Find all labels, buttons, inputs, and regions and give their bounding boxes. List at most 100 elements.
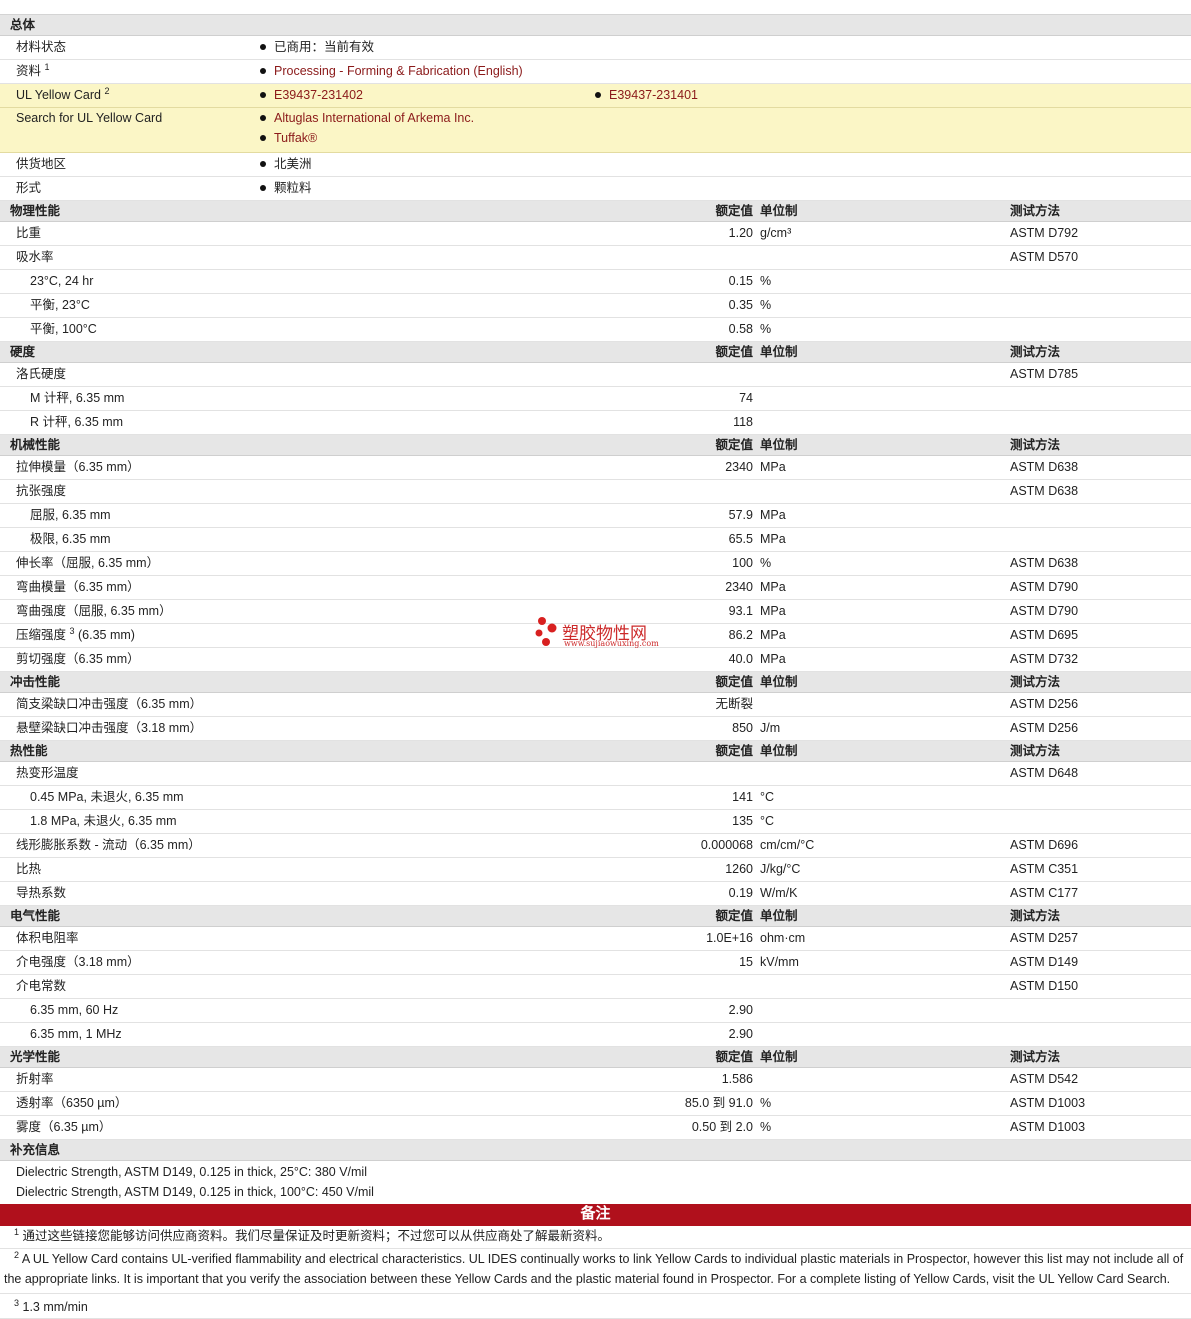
top-border: [0, 0, 1191, 15]
property-value: 0.35: [728, 298, 753, 312]
row-documents: 资料 1 Processing - Forming & Fabrication …: [0, 60, 1191, 84]
property-row: 介电常数 ASTM D150: [0, 975, 1191, 999]
bullet-icon: [260, 67, 266, 74]
property-value: 57.9: [728, 508, 753, 522]
property-row: M 计秤, 6.35 mm 74: [0, 387, 1191, 411]
note-text: 通过这些链接您能够访问供应商资料。我们尽量保证及时更新资料；不过您可以从供应商处…: [22, 1229, 611, 1243]
property-label: 导热系数: [16, 882, 66, 905]
column-header-unit: 单位制: [760, 204, 798, 218]
site-watermark: 塑胶物性网 www.sujiaowuxing.com: [532, 614, 672, 654]
property-label: 体积电阻率: [16, 927, 79, 950]
search-link-tuffak[interactable]: Tuffak®: [274, 131, 317, 145]
property-value: 2.90: [728, 1027, 753, 1041]
test-method: ASTM D1003: [1010, 1120, 1086, 1134]
property-label: 介电常数: [16, 975, 66, 998]
section-title: 电气性能: [10, 909, 61, 923]
property-unit: %: [760, 274, 772, 288]
property-unit: %: [760, 556, 772, 570]
property-value: 0.15: [728, 274, 753, 288]
property-unit: J/kg/°C: [760, 862, 801, 876]
property-value: 135: [732, 814, 753, 828]
label-text: 介电常数: [16, 979, 67, 993]
row-value: Processing - Forming & Fabrication (Engl…: [260, 60, 523, 83]
property-label: 热变形温度: [16, 762, 79, 785]
property-row: 热变形温度 ASTM D648: [0, 762, 1191, 786]
label-text: 23°C, 24 hr: [30, 274, 94, 288]
property-label: 6.35 mm, 60 Hz: [30, 999, 118, 1022]
row-value: 北美洲: [260, 153, 312, 176]
note-1: 1 通过这些链接您能够访问供应商资料。我们尽量保证及时更新资料；不过您可以从供应…: [0, 1226, 1191, 1249]
label-text: 6.35 mm, 60 Hz: [30, 1003, 119, 1017]
property-row: 透射率（6350 µm） 85.0 到 91.0% ASTM D1003: [0, 1092, 1191, 1116]
test-method: ASTM D638: [1010, 556, 1079, 570]
section-header-optical: 光学性能 额定值 单位制 测试方法: [0, 1047, 1191, 1068]
property-value: 1.20: [728, 226, 753, 240]
row-label: 资料 1: [16, 60, 50, 83]
label-text: UL Yellow Card: [16, 88, 102, 102]
property-unit: %: [760, 1096, 772, 1110]
column-header-unit: 单位制: [760, 909, 798, 923]
column-header-value: 额定值: [715, 1050, 753, 1064]
property-label: 屈服, 6.35 mm: [30, 504, 111, 527]
label-text: 资料: [16, 64, 42, 78]
label-text: 折射率: [16, 1072, 54, 1086]
row-material-status: 材料状态 已商用：当前有效: [0, 36, 1191, 60]
watermark-url: www.sujiaowuxing.com: [564, 639, 659, 648]
row-value: 颗粒料: [260, 177, 312, 200]
value-text: 已商用：当前有效: [274, 40, 375, 54]
property-label: 抗张强度: [16, 480, 66, 503]
property-label: 线形膨胀系数 - 流动（6.35 mm）: [16, 834, 201, 857]
property-unit: MPa: [760, 508, 786, 522]
column-header-value: 额定值: [715, 204, 753, 218]
property-label: 比重: [16, 222, 41, 245]
test-method: ASTM D256: [1010, 721, 1079, 735]
label-text: 1.8 MPa, 未退火, 6.35 mm: [30, 814, 177, 828]
section-header-mechanical: 机械性能 额定值 单位制 测试方法: [0, 435, 1191, 456]
label-suffix: (6.35 mm): [78, 628, 135, 642]
column-header-value: 额定值: [715, 909, 753, 923]
property-unit: MPa: [760, 580, 786, 594]
label-text: 线形膨胀系数 - 流动（6.35 mm）: [16, 838, 201, 852]
section-header-thermal: 热性能 额定值 单位制 测试方法: [0, 741, 1191, 762]
label-text: 比重: [16, 226, 42, 240]
property-label: M 计秤, 6.35 mm: [30, 387, 124, 410]
supplemental-info: Dielectric Strength, ASTM D149, 0.125 in…: [0, 1161, 1191, 1204]
property-value: 2340: [725, 580, 753, 594]
datasheet-page: 总体 材料状态 已商用：当前有效 资料 1 Processing - Formi…: [0, 0, 1191, 1319]
section-title: 物理性能: [10, 204, 61, 218]
column-header-test: 测试方法: [1010, 438, 1061, 452]
property-label: R 计秤, 6.35 mm: [30, 411, 123, 434]
section-title: 热性能: [10, 744, 48, 758]
label-text: 平衡, 23°C: [30, 298, 90, 312]
bullet-icon: [260, 184, 266, 191]
property-row: 折射率 1.586 ASTM D542: [0, 1068, 1191, 1092]
yellow-card-link-1[interactable]: E39437-231402: [274, 88, 363, 102]
test-method: ASTM D790: [1010, 580, 1079, 594]
label-text: 抗张强度: [16, 484, 67, 498]
row-value: 已商用：当前有效: [260, 36, 374, 59]
column-header-unit: 单位制: [760, 345, 798, 359]
label-text: 简支梁缺口冲击强度（6.35 mm）: [16, 697, 203, 711]
bullet-icon: [260, 43, 266, 50]
property-row: 平衡, 100°C 0.58%: [0, 318, 1191, 342]
label-text: 介电强度（3.18 mm）: [16, 955, 140, 969]
property-unit: g/cm³: [760, 226, 792, 240]
column-header-test: 测试方法: [1010, 204, 1061, 218]
note-text: 1.3 mm/min: [22, 1300, 88, 1314]
property-row: 6.35 mm, 1 MHz 2.90: [0, 1023, 1191, 1047]
property-value: 0.000068: [700, 838, 753, 852]
property-unit: %: [760, 322, 772, 336]
test-method: ASTM D257: [1010, 931, 1079, 945]
row-label: 材料状态: [16, 40, 67, 54]
test-method: ASTM D638: [1010, 484, 1079, 498]
search-link-altuglas[interactable]: Altuglas International of Arkema Inc.: [274, 111, 474, 125]
notes-header: 备注: [0, 1204, 1191, 1226]
property-label: 雾度（6.35 µm）: [16, 1116, 111, 1139]
property-row: 线形膨胀系数 - 流动（6.35 mm） 0.000068 cm/cm/°C ASTM…: [0, 834, 1191, 858]
yellow-card-link-2[interactable]: E39437-231401: [609, 88, 698, 102]
property-value: 141: [732, 790, 753, 804]
property-label: 平衡, 23°C: [30, 294, 90, 317]
property-value: 86.2: [728, 628, 753, 642]
document-link[interactable]: Processing - Forming & Fabrication (Engl…: [274, 64, 523, 78]
footnote-number: 1: [14, 1226, 20, 1237]
